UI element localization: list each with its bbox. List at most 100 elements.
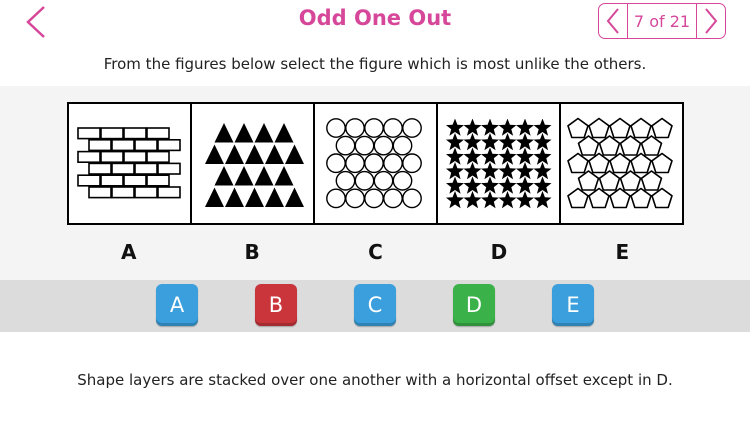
circle-shape xyxy=(344,117,365,138)
circle-shape xyxy=(382,117,403,138)
circle-shape xyxy=(382,188,403,208)
brick-shape xyxy=(110,185,135,198)
stars-pattern xyxy=(445,118,551,208)
brick-shape xyxy=(122,126,147,139)
circle-shape xyxy=(392,135,412,156)
figure-c xyxy=(315,104,438,223)
circle-shape xyxy=(344,152,365,173)
circle-shape xyxy=(325,117,346,138)
triangle-shape xyxy=(274,165,293,185)
header-bar: Odd One Out 7 of 21 xyxy=(0,0,750,44)
answer-button-d[interactable]: D xyxy=(453,284,495,326)
brick-shape xyxy=(145,126,170,139)
brick-shape xyxy=(122,150,147,163)
triangle-shape xyxy=(264,144,284,164)
question-counter: 7 of 21 xyxy=(627,4,697,38)
pentagon-shape xyxy=(640,134,662,156)
circle-shape xyxy=(401,188,422,208)
pentagon-shape xyxy=(598,134,620,156)
circle-shape xyxy=(392,170,412,191)
triangle-shape xyxy=(284,187,304,207)
pentagon-shape xyxy=(598,169,620,191)
answer-button-e[interactable]: E xyxy=(552,284,594,326)
circle-shape xyxy=(363,188,384,208)
figure-letter-a: A xyxy=(120,240,137,264)
pentagon-shape xyxy=(608,187,631,208)
star-shape xyxy=(480,190,499,208)
triangle-shape xyxy=(214,122,233,142)
prev-question-button[interactable] xyxy=(599,4,627,38)
triangle-shape xyxy=(204,187,224,207)
figure-letter-c: C xyxy=(368,240,383,264)
instruction-text: From the figures below select the figure… xyxy=(103,55,647,73)
pager: 7 of 21 xyxy=(598,3,726,39)
brick-shape xyxy=(156,162,181,175)
pentagon-shape xyxy=(619,134,641,156)
pentagon-shape xyxy=(650,117,673,138)
brick-shape xyxy=(133,138,158,151)
brick-shape xyxy=(99,126,124,139)
circle-shape xyxy=(325,188,346,208)
pentagon-shape xyxy=(629,187,652,208)
pentagon-shape xyxy=(566,152,589,173)
circle-shape xyxy=(363,152,384,173)
brick-shape xyxy=(99,150,124,163)
brick-shape xyxy=(76,150,101,163)
answer-button-a[interactable]: A xyxy=(156,284,198,326)
chevron-left-icon xyxy=(606,8,619,34)
pentagon-shape xyxy=(650,187,673,208)
pentagon-shape xyxy=(629,152,652,173)
figures-strip xyxy=(67,102,684,225)
circles-pattern xyxy=(325,117,422,208)
pentagons-pattern xyxy=(566,117,673,208)
brick-shape xyxy=(110,138,135,151)
pentagon-shape xyxy=(577,134,599,156)
circle-shape xyxy=(325,152,346,173)
brick-shape xyxy=(87,138,112,151)
circle-shape xyxy=(382,152,403,173)
brick-shape xyxy=(145,150,170,163)
circle-shape xyxy=(354,170,374,191)
pentagon-shape xyxy=(587,187,610,208)
circle-shape xyxy=(373,170,393,191)
brick-shape xyxy=(133,162,158,175)
pentagon-shape xyxy=(577,169,599,191)
triangle-shape xyxy=(234,165,253,185)
pentagon-shape xyxy=(587,152,610,173)
triangle-shape xyxy=(254,165,273,185)
answer-button-b[interactable]: B xyxy=(255,284,297,326)
pentagon-shape xyxy=(629,117,652,138)
brick-shape xyxy=(87,185,112,198)
brick-shape xyxy=(156,185,181,198)
pentagon-shape xyxy=(640,169,662,191)
circle-shape xyxy=(401,152,422,173)
triangle-shape xyxy=(234,122,253,142)
figure-letter-e: E xyxy=(615,240,630,264)
triangle-shape xyxy=(244,144,264,164)
circle-shape xyxy=(373,135,393,156)
pentagon-shape xyxy=(566,187,589,208)
pentagon-shape xyxy=(619,169,641,191)
star-shape xyxy=(445,190,464,208)
triangle-shape xyxy=(264,187,284,207)
triangle-shape xyxy=(254,122,273,142)
pentagon-shape xyxy=(587,117,610,138)
triangle-shape xyxy=(224,187,244,207)
bricks-pattern xyxy=(76,126,181,198)
star-shape xyxy=(515,190,534,208)
circle-shape xyxy=(335,135,355,156)
pentagon-shape xyxy=(566,117,589,138)
brick-shape xyxy=(87,162,112,175)
brick-shape xyxy=(156,138,181,151)
next-question-button[interactable] xyxy=(697,4,725,38)
explanation-text: Shape layers are stacked over one anothe… xyxy=(77,371,673,389)
figure-a xyxy=(69,104,192,223)
chevron-right-icon xyxy=(705,8,718,34)
brick-shape xyxy=(122,173,147,187)
brick-shape xyxy=(76,126,101,139)
star-shape xyxy=(463,190,481,208)
answer-button-c[interactable]: C xyxy=(354,284,396,326)
triangle-shape xyxy=(284,144,304,164)
star-shape xyxy=(533,190,551,208)
brick-shape xyxy=(133,185,158,198)
